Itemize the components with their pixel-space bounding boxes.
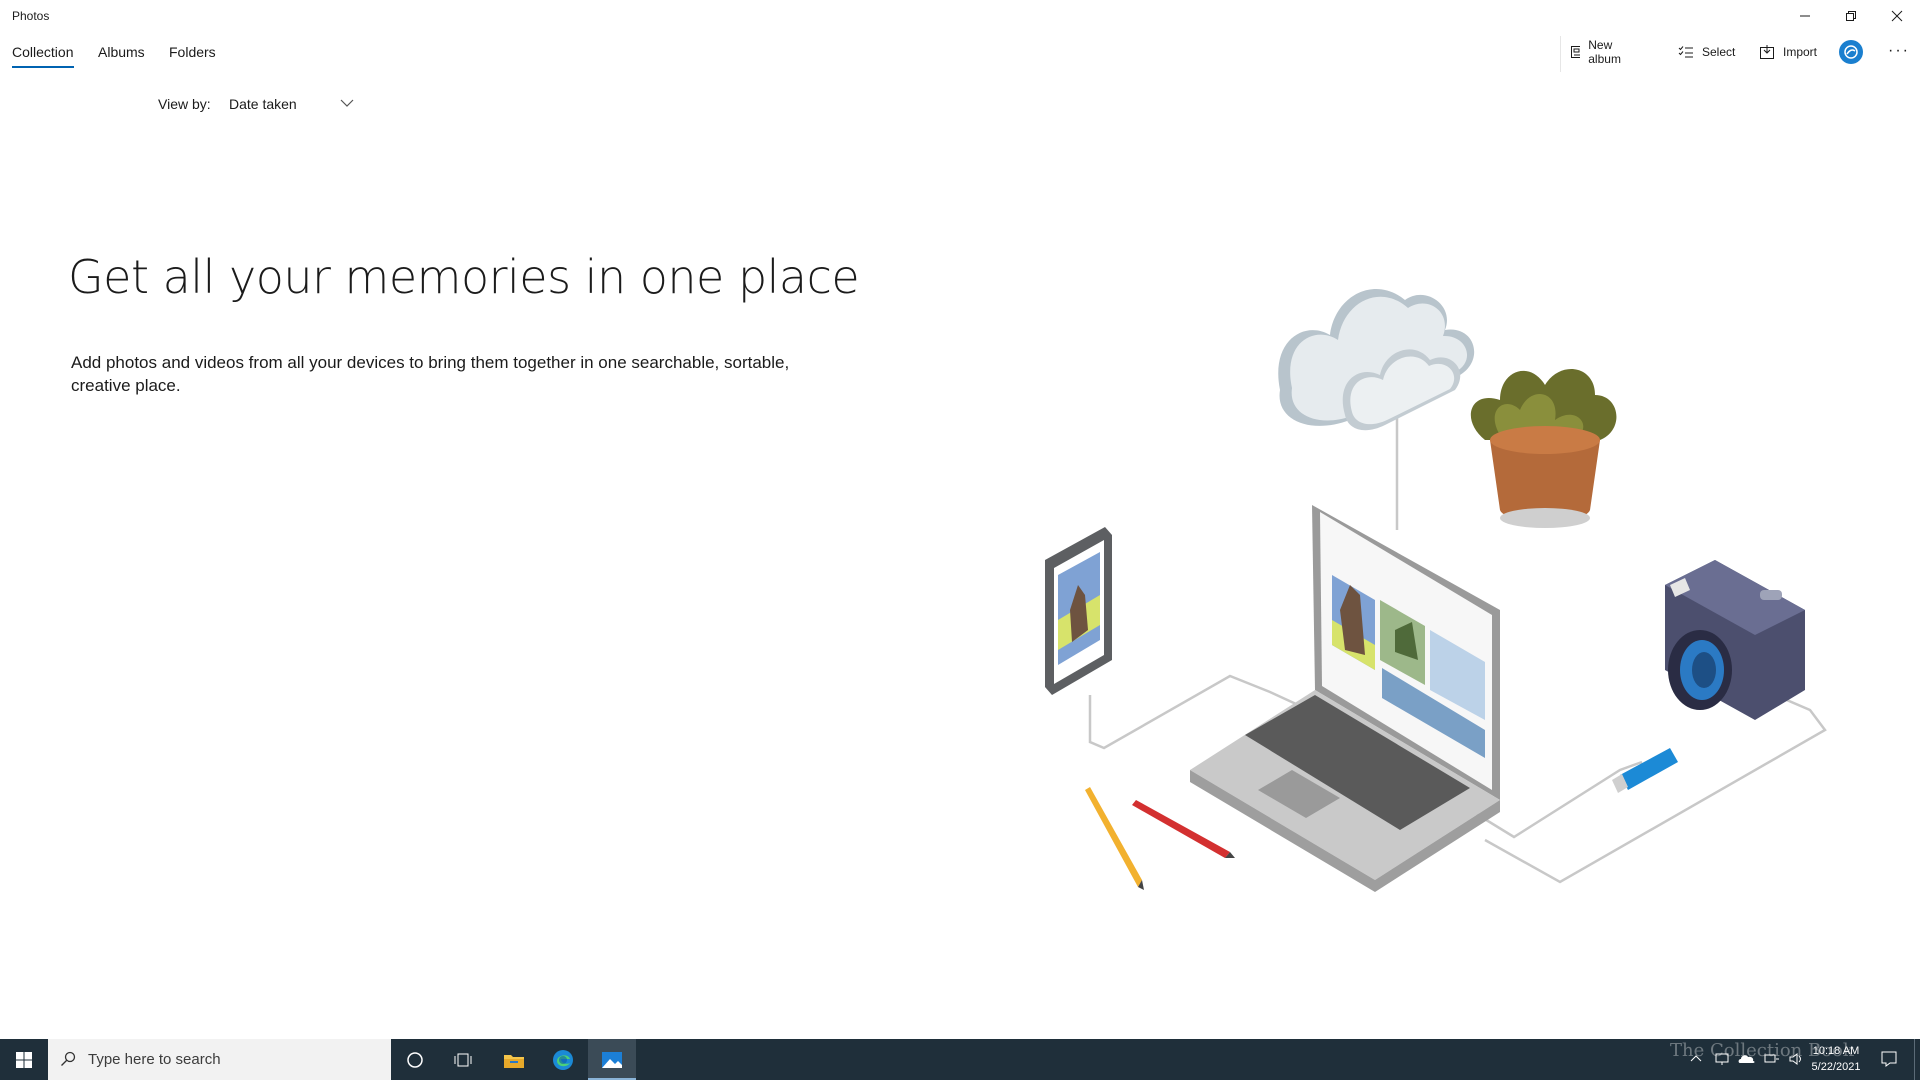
import-icon [1760, 45, 1774, 59]
photos-taskbar-button[interactable] [588, 1039, 636, 1080]
app-title: Photos [12, 9, 50, 23]
file-explorer-button[interactable] [490, 1039, 538, 1080]
more-options-button[interactable]: ··· [1884, 42, 1914, 62]
view-by-dropdown[interactable]: Date taken [229, 92, 359, 116]
cortana-button[interactable] [391, 1039, 439, 1080]
laptop-icon [1190, 505, 1500, 892]
show-desktop-button[interactable] [1914, 1039, 1920, 1080]
new-album-button[interactable]: New album [1570, 36, 1627, 68]
task-view-button[interactable] [439, 1039, 487, 1080]
cortana-icon [407, 1051, 423, 1068]
edge-button[interactable] [539, 1039, 587, 1080]
new-album-icon [1571, 46, 1581, 58]
clock-date: 5/22/2021 [1811, 1061, 1861, 1073]
search-icon [61, 1051, 76, 1066]
select-button[interactable]: Select [1678, 36, 1735, 68]
tab-folders[interactable]: Folders [169, 44, 216, 60]
chevron-down-icon [340, 99, 354, 107]
new-album-label: New album [1588, 38, 1621, 66]
maximize-icon [1846, 11, 1856, 21]
select-label: Select [1702, 45, 1736, 59]
import-button[interactable]: Import [1759, 36, 1817, 68]
photos-app-window: Photos Collection Albums Folders New alb… [0, 0, 1920, 1080]
watermark-text: The Collection Book [1670, 1040, 1854, 1061]
devices-illustration [1045, 288, 1827, 892]
start-button[interactable] [0, 1039, 48, 1080]
tab-albums[interactable]: Albums [98, 44, 145, 60]
taskbar-search-box[interactable]: Type here to search [48, 1039, 391, 1080]
title-bar: Photos [0, 0, 1920, 32]
account-avatar[interactable] [1839, 40, 1863, 64]
close-icon [1891, 10, 1903, 22]
plant-icon [1470, 368, 1617, 528]
more-icon: ··· [1888, 42, 1910, 59]
file-explorer-icon [504, 1054, 524, 1068]
active-tab-indicator [12, 66, 74, 68]
pencil-icon [1085, 787, 1235, 890]
restore-button[interactable] [1828, 0, 1874, 32]
minimize-icon [1800, 15, 1810, 17]
view-by-label: View by: [158, 96, 211, 112]
close-button[interactable] [1874, 0, 1920, 32]
onedrive-avatar-icon [1844, 45, 1858, 59]
windows-start-icon [16, 1051, 32, 1068]
hero-description: Add photos and videos from all your devi… [71, 353, 790, 395]
select-icon [1678, 46, 1693, 58]
minimize-button[interactable] [1782, 0, 1828, 32]
import-label: Import [1783, 45, 1818, 59]
task-view-icon [454, 1053, 472, 1066]
toolbar-divider [1560, 36, 1561, 72]
edge-icon [553, 1049, 573, 1070]
search-placeholder: Type here to search [88, 1051, 221, 1068]
camera-icon [1665, 560, 1805, 720]
taskbar: Type here to search 10:18 AM 5/22/2021 [0, 1039, 1920, 1080]
photos-icon [602, 1051, 622, 1068]
hero-title: Get all your memories in one place [68, 250, 860, 304]
view-by-control: View by: Date taken [158, 92, 354, 116]
cloud-icon [1278, 288, 1475, 431]
notification-icon[interactable] [1880, 1050, 1898, 1068]
phone-icon [1045, 527, 1112, 695]
tab-collection[interactable]: Collection [12, 44, 73, 60]
view-by-selected: Date taken [229, 96, 297, 112]
